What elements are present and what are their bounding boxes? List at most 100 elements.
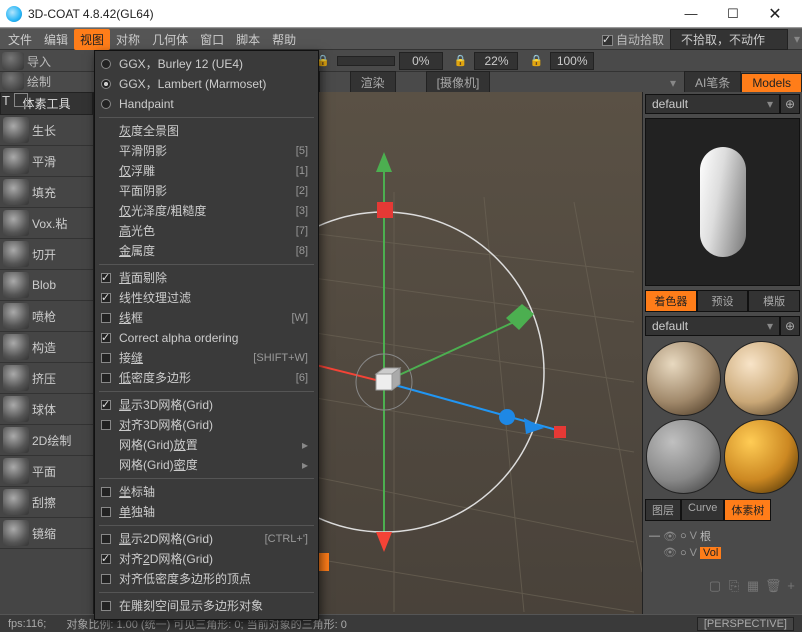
menu-item[interactable]: 单独轴 xyxy=(95,502,318,522)
tool-Vox.粘[interactable]: Vox.粘 xyxy=(0,208,93,239)
layer-tab-0[interactable]: 图层 xyxy=(645,499,681,521)
menu-item[interactable]: 网格(Grid)放置▸ xyxy=(95,435,318,455)
tool-切开[interactable]: 切开 xyxy=(0,239,93,270)
menu-item[interactable]: 对齐低密度多边形的顶点 xyxy=(95,569,318,589)
slider3-value[interactable]: 22% xyxy=(474,52,518,70)
menu-item[interactable]: Handpaint xyxy=(95,94,318,114)
pickmode-dropdown[interactable]: 不拾取，不动作 xyxy=(670,29,788,50)
tool-刮擦[interactable]: 刮擦 xyxy=(0,487,93,518)
opacity-slider[interactable] xyxy=(337,56,395,66)
autopick-toggle[interactable]: 自动拾取 xyxy=(602,31,664,48)
opacity-value[interactable]: 0% xyxy=(399,52,443,70)
tool-Blob[interactable]: Blob xyxy=(0,270,93,301)
menu-item[interactable]: 平面阴影[2] xyxy=(95,181,318,201)
menu-脚本[interactable]: 脚本 xyxy=(230,29,266,50)
menu-item[interactable]: 显示2D网格(Grid)[CTRL+'] xyxy=(95,529,318,549)
rect-tool-icon[interactable] xyxy=(14,93,28,107)
view-menu-dropdown: GGX，Burley 12 (UE4)GGX，Lambert (Marmoset… xyxy=(94,50,319,620)
tool-构造[interactable]: 构造 xyxy=(0,332,93,363)
menu-item[interactable]: 在雕刻空间显示多边形对象 xyxy=(95,596,318,616)
menu-item[interactable]: 对齐3D网格(Grid) xyxy=(95,415,318,435)
menu-对称[interactable]: 对称 xyxy=(110,29,146,50)
tool-镜缩[interactable]: 镜缩 xyxy=(0,518,93,549)
menu-视图[interactable]: 视图 xyxy=(74,29,110,50)
tool-2D绘制[interactable]: 2D绘制 xyxy=(0,425,93,456)
left-sidebar: 体素工具 生长平滑填充Vox.粘切开Blob喷枪构造挤压球体2D绘制平面刮擦镜缩 xyxy=(0,92,94,614)
menu-item[interactable]: 接缝[SHIFT+W] xyxy=(95,348,318,368)
shader-ball-2[interactable] xyxy=(724,341,799,416)
models-tab[interactable]: Models xyxy=(741,73,802,93)
menu-item[interactable]: 高光色[7] xyxy=(95,221,318,241)
menu-帮助[interactable]: 帮助 xyxy=(266,29,302,50)
minimize-button[interactable]: — xyxy=(670,0,712,28)
tool-喷枪[interactable]: 喷枪 xyxy=(0,301,93,332)
menu-item[interactable]: 背面剔除 xyxy=(95,268,318,288)
tool-平面[interactable]: 平面 xyxy=(0,456,93,487)
menu-item[interactable]: 金属度[8] xyxy=(95,241,318,261)
preset-dropdown[interactable]: default xyxy=(645,94,780,114)
menu-几何体[interactable]: 几何体 xyxy=(146,29,194,50)
tool-平滑[interactable]: 平滑 xyxy=(0,146,93,177)
menu-编辑[interactable]: 编辑 xyxy=(38,29,74,50)
menu-item[interactable]: Correct alpha ordering xyxy=(95,328,318,348)
menu-文件[interactable]: 文件 xyxy=(2,29,38,50)
ai-brush-button[interactable]: AI笔条 xyxy=(684,71,741,94)
shader-tab-0[interactable]: 着色器 xyxy=(645,290,697,312)
close-button[interactable]: ✕ xyxy=(754,0,796,28)
menu-item[interactable]: GGX，Lambert (Marmoset) xyxy=(95,74,318,94)
shader-ball-4[interactable] xyxy=(724,419,799,494)
maximize-button[interactable]: ☐ xyxy=(712,0,754,28)
tool-生长[interactable]: 生长 xyxy=(0,115,93,146)
menu-overflow-icon[interactable]: ▾ xyxy=(794,32,800,46)
lock-icon[interactable]: 🔒 xyxy=(454,54,468,67)
tool-icon xyxy=(3,458,29,484)
text-tool-icon[interactable]: T xyxy=(2,93,10,108)
render-tab[interactable]: 渲染 xyxy=(350,71,396,94)
tool-icon xyxy=(3,303,29,329)
layer-tab-1[interactable]: Curve xyxy=(681,499,724,521)
preset-add-button[interactable]: ⊕ xyxy=(780,94,800,114)
eye-icon[interactable]: 👁 xyxy=(663,546,677,559)
menu-item[interactable]: 灰度全景图 xyxy=(95,121,318,141)
tool-球体[interactable]: 球体 xyxy=(0,394,93,425)
shader-dropdown[interactable]: default xyxy=(645,316,780,336)
layer-tab-2[interactable]: 体素树 xyxy=(724,499,771,521)
shader-ball-1[interactable] xyxy=(646,341,721,416)
menu-item[interactable]: 坐标轴 xyxy=(95,482,318,502)
tree-row-root[interactable]: —👁○V根 xyxy=(649,527,796,545)
paint-button[interactable]: 绘制 xyxy=(2,71,92,91)
tool-填充[interactable]: 填充 xyxy=(0,177,93,208)
tree-tool-icon[interactable]: ▦ xyxy=(746,578,760,594)
menu-item[interactable]: 网格(Grid)密度▸ xyxy=(95,455,318,475)
menu-item[interactable]: 显示3D网格(Grid) xyxy=(95,395,318,415)
camera-tab[interactable]: [摄像机] xyxy=(426,71,491,94)
menu-item[interactable]: 低密度多边形[6] xyxy=(95,368,318,388)
tree-tool-icon[interactable]: 🗑 xyxy=(765,578,779,594)
menu-item[interactable]: 平滑阴影[5] xyxy=(95,141,318,161)
shader-tab-1[interactable]: 预设 xyxy=(697,290,749,312)
slider4-value[interactable]: 100% xyxy=(550,52,594,70)
tree-tool-icon[interactable]: ▢ xyxy=(708,578,722,594)
panel-handle[interactable] xyxy=(319,553,329,571)
menu-item[interactable]: 仅浮雕[1] xyxy=(95,161,318,181)
menu-item[interactable]: 线框[W] xyxy=(95,308,318,328)
import-button[interactable]: 导入 xyxy=(2,51,92,71)
menu-item[interactable]: 线性纹理过滤 xyxy=(95,288,318,308)
menu-item[interactable]: GGX，Burley 12 (UE4) xyxy=(95,54,318,74)
menu-item[interactable]: 仅光泽度/粗糙度[3] xyxy=(95,201,318,221)
menu-窗口[interactable]: 窗口 xyxy=(194,29,230,50)
projection-mode[interactable]: [PERSPECTIVE] xyxy=(697,617,794,631)
lock-icon[interactable]: 🔒 xyxy=(529,54,543,67)
tool-icon xyxy=(3,241,29,267)
main-menubar: 文件编辑视图对称几何体窗口脚本帮助 自动拾取 不拾取，不动作 ▾ xyxy=(0,28,802,50)
shader-ball-3[interactable] xyxy=(646,419,721,494)
right-panel: default ⊕ 着色器预设模版 default ⊕ 图层Curve体素树 —… xyxy=(642,92,802,614)
tree-tool-icon[interactable]: ⎘ xyxy=(727,578,741,594)
eye-icon[interactable]: 👁 xyxy=(663,530,677,543)
tool-挤压[interactable]: 挤压 xyxy=(0,363,93,394)
shader-tab-2[interactable]: 模版 xyxy=(748,290,800,312)
tree-tool-icon[interactable]: + xyxy=(784,578,798,594)
menu-item[interactable]: 对齐2D网格(Grid) xyxy=(95,549,318,569)
tree-row-vol[interactable]: 👁○VVol xyxy=(649,545,796,560)
shader-add-button[interactable]: ⊕ xyxy=(780,316,800,336)
